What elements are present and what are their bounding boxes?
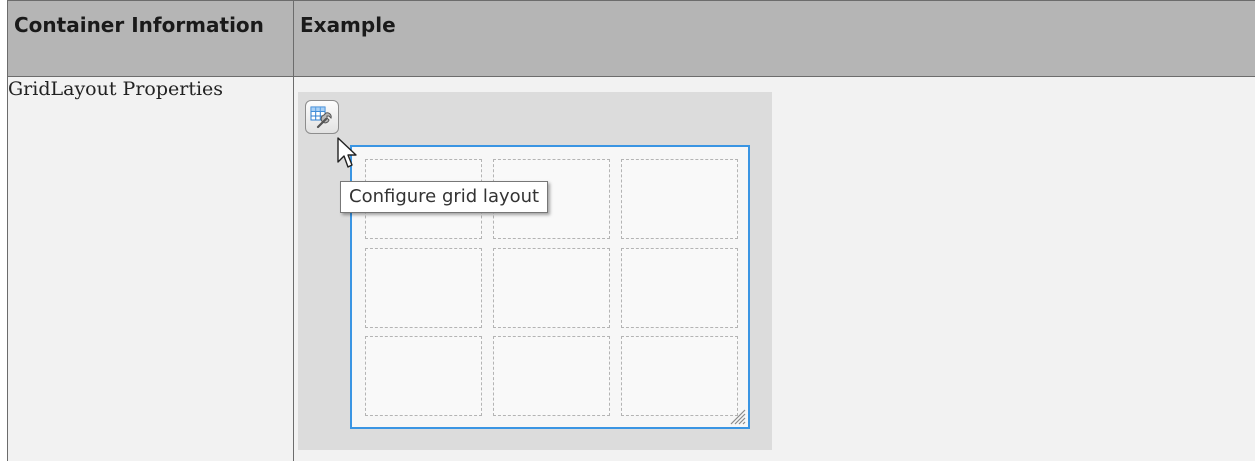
configure-grid-layout-button[interactable] (305, 100, 339, 134)
grid-cell[interactable] (621, 336, 738, 416)
grid-cell[interactable] (493, 248, 610, 328)
header-example: Example (293, 0, 1255, 77)
table-row: GridLayout Properties Configure grid lay… (7, 76, 1255, 461)
container-info-table: Container Information Example GridLayout… (7, 0, 1255, 461)
grid-cell[interactable] (621, 159, 738, 239)
header-container-information: Container Information (7, 0, 294, 77)
grid-cell[interactable] (493, 336, 610, 416)
tooltip-configure-grid-layout: Configure grid layout (340, 181, 549, 213)
resize-handle-icon[interactable] (728, 407, 746, 425)
grid-cell[interactable] (365, 248, 482, 328)
table-header-row: Container Information Example (7, 0, 1255, 77)
example-figure: Configure grid layout (298, 92, 772, 450)
page: Container Information Example GridLayout… (0, 0, 1255, 461)
grid-wrench-icon (310, 106, 332, 129)
info-cell-gridlayout-properties: GridLayout Properties (7, 76, 294, 461)
cursor-arrow-icon (337, 137, 357, 168)
example-cell: Configure grid layout (293, 76, 1255, 461)
grid-cell[interactable] (365, 336, 482, 416)
grid-cell[interactable] (621, 248, 738, 328)
